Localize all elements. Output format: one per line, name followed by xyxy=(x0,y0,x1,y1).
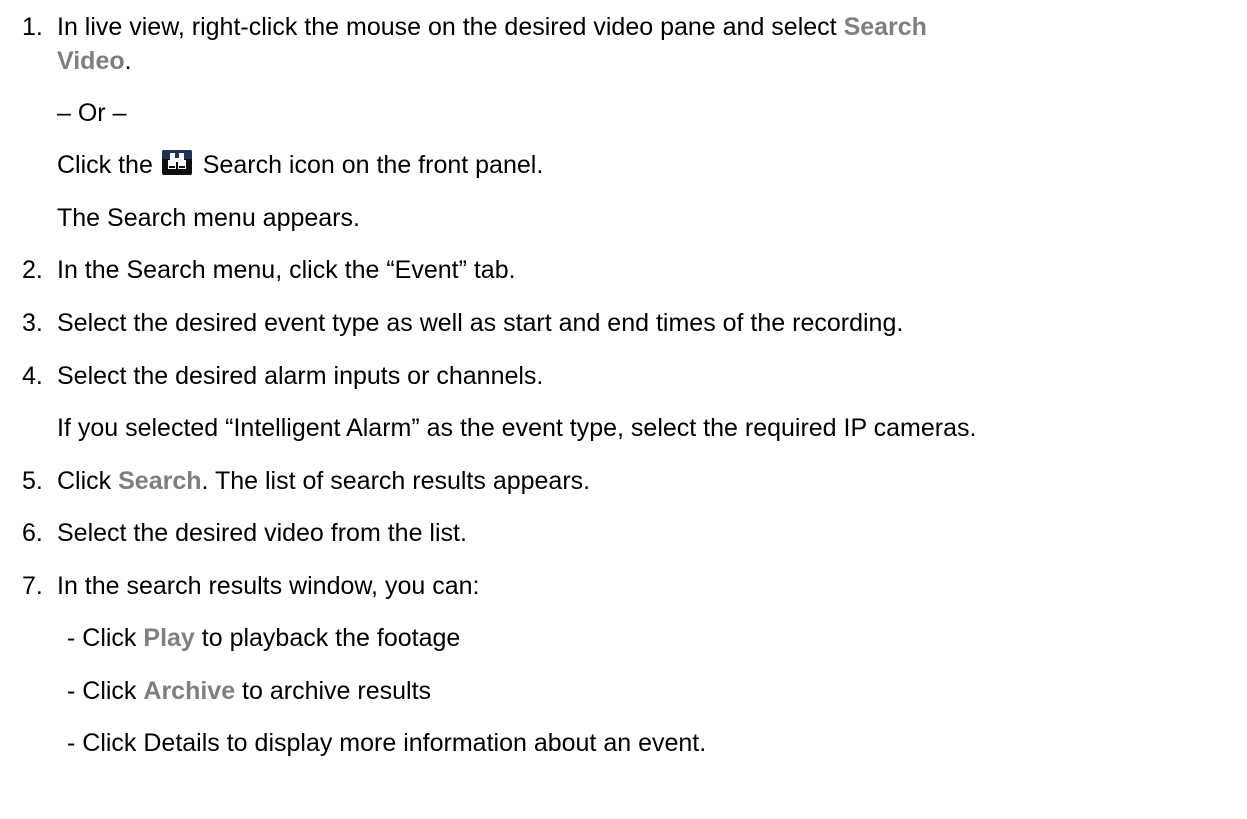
binoculars-icon xyxy=(161,150,192,175)
option-text: - Click Details to display more informat… xyxy=(67,729,707,757)
step-4-note: If you selected “Intelligent Alarm” as t… xyxy=(57,414,977,442)
step-text: Select the desired video from the list. xyxy=(57,519,467,547)
step-text: Search icon on the front panel. xyxy=(195,151,544,179)
play-button-label: Play xyxy=(143,624,195,652)
step-1-alt-instruction: Click the Search icon on the front panel… xyxy=(57,150,543,180)
option-text: to playback the footage xyxy=(194,624,461,652)
step-number: 5. xyxy=(22,467,43,495)
option-text: - Click xyxy=(67,677,144,705)
step-text: Select the desired event type as well as… xyxy=(57,309,904,337)
step-7-option-play: - Click Play to playback the footage xyxy=(67,623,460,653)
step-text: In live view, right-click the mouse on t… xyxy=(57,13,844,41)
menu-option-video: Video xyxy=(57,47,125,75)
step-text: Click xyxy=(57,467,119,495)
option-text: - Click xyxy=(67,624,144,652)
option-text: to archive results xyxy=(235,677,432,705)
step-1-line-2: Video. xyxy=(57,46,132,76)
menu-option-search: Search xyxy=(843,13,927,41)
step-number: 3. xyxy=(22,309,43,337)
step-number: 1. xyxy=(22,13,43,41)
step-number: 7. xyxy=(22,572,43,600)
step-text: Select the desired alarm inputs or chann… xyxy=(57,362,544,390)
step-1-result: The Search menu appears. xyxy=(57,204,360,232)
or-separator: – Or – xyxy=(57,99,127,127)
step-text: . The list of search results appears. xyxy=(201,467,591,495)
step-text: . xyxy=(124,47,132,75)
step-7-option-details: - Click Details to display more informat… xyxy=(67,728,706,758)
step-text: In the search results window, you can: xyxy=(57,572,480,600)
step-7-option-archive: - Click Archive to archive results xyxy=(67,676,431,706)
step-text: In the Search menu, click the “Event” ta… xyxy=(57,256,516,284)
archive-button-label: Archive xyxy=(143,677,236,705)
step-number: 4. xyxy=(22,362,43,390)
step-number: 2. xyxy=(22,256,43,284)
step-text: Click the xyxy=(57,151,160,179)
step-number: 6. xyxy=(22,519,43,547)
search-button-label: Search xyxy=(118,467,202,495)
